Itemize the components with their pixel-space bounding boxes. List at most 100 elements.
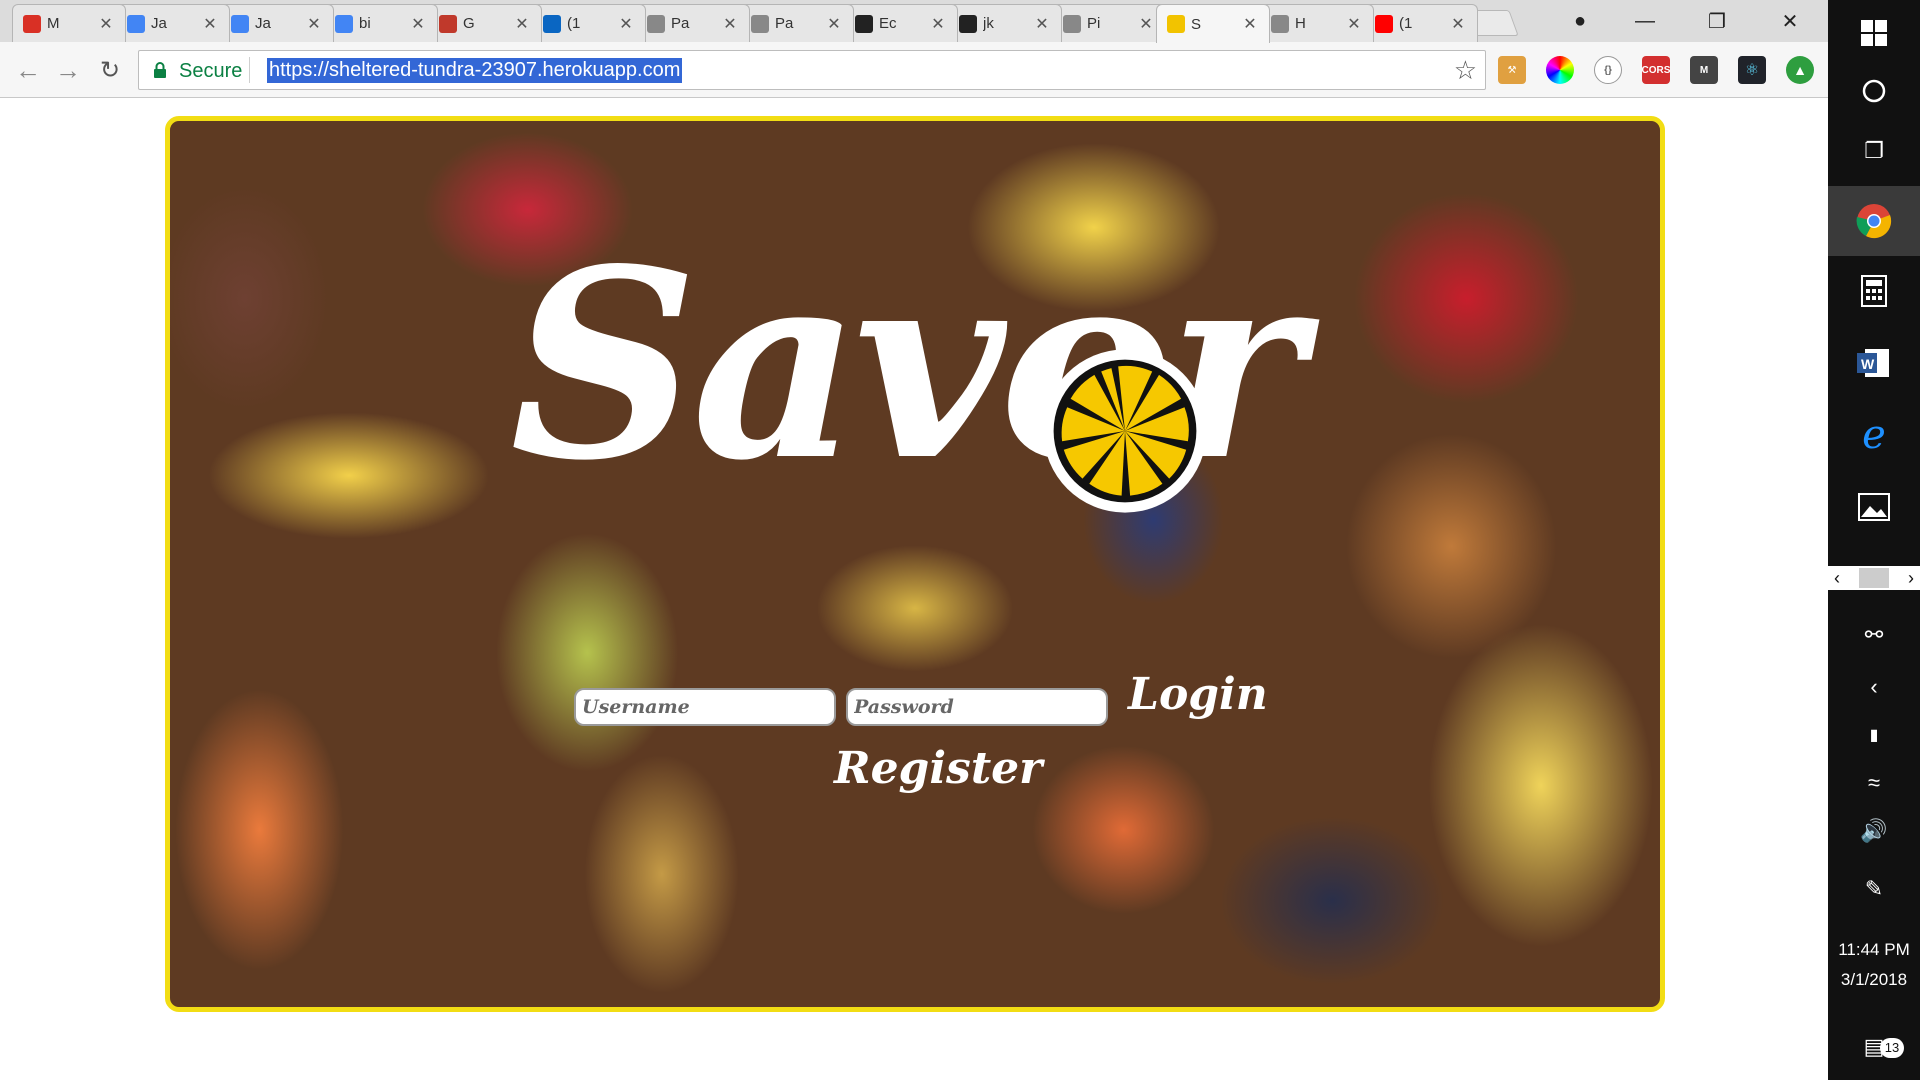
url-text[interactable]: https://sheltered-tundra-23907.herokuapp… — [267, 58, 683, 83]
savor-logo: Savor — [510, 201, 1310, 531]
scroll-right-icon[interactable]: › — [1908, 568, 1914, 589]
tab-title: M — [47, 15, 60, 32]
tab-title: Ec — [879, 15, 897, 32]
tab-close-icon[interactable]: ✕ — [409, 14, 427, 34]
word-taskbar-icon[interactable]: W — [1828, 330, 1920, 396]
volume-icon[interactable]: 🔊 — [1828, 798, 1920, 864]
lemon-icon — [1167, 15, 1185, 33]
tab-title: H — [1295, 15, 1306, 32]
minimize-button[interactable]: — — [1625, 6, 1665, 36]
browser-tab[interactable]: G ✕ — [428, 4, 542, 42]
tab-title: jk — [983, 15, 994, 32]
lock-icon — [154, 62, 166, 78]
tab-strip: M ✕ Ja ✕ Ja ✕ bi ✕ G ✕ (1 ✕ Pa ✕ Pa ✕ Ec ✕ jk ✕ Pi ✕ S ✕ H ✕ (1 ✕ — [0, 0, 1828, 43]
profile-icon[interactable]: ● — [1560, 6, 1600, 36]
gmail-icon — [23, 14, 41, 33]
extension-mercury-icon[interactable]: M — [1690, 56, 1718, 84]
clock-date[interactable]: 3/1/2018 — [1828, 970, 1920, 990]
tab-close-icon[interactable]: ✕ — [201, 14, 219, 34]
extension-cors-icon[interactable]: CORS — [1642, 56, 1670, 84]
tab-close-icon[interactable]: ✕ — [1137, 14, 1155, 34]
clock-time[interactable]: 11:44 PM — [1828, 940, 1920, 960]
browser-tab[interactable]: Ec ✕ — [844, 4, 958, 42]
taskbar-scroll[interactable]: ‹ › — [1828, 566, 1920, 590]
svg-text:W: W — [1861, 356, 1875, 372]
chrome-taskbar-icon[interactable] — [1828, 186, 1920, 256]
close-window-button[interactable]: ✕ — [1770, 6, 1810, 36]
browser-tab[interactable]: M ✕ — [12, 4, 126, 42]
page-icon — [647, 14, 665, 33]
notification-count-badge: 13 — [1880, 1038, 1904, 1058]
extension-react-icon[interactable]: ⚛ — [1738, 56, 1766, 84]
browser-tab[interactable]: Pa ✕ — [636, 4, 750, 42]
browser-tab[interactable]: jk ✕ — [948, 4, 1062, 42]
restore-button[interactable]: ❐ — [1697, 6, 1737, 36]
page-icon — [1063, 14, 1081, 33]
omnibox-divider — [249, 57, 250, 83]
tab-close-icon[interactable]: ✕ — [929, 14, 947, 34]
tab-close-icon[interactable]: ✕ — [305, 14, 323, 34]
password-input[interactable] — [846, 688, 1108, 726]
extension-upload-icon[interactable]: ▲ — [1786, 56, 1814, 84]
register-button[interactable]: Register — [834, 743, 1042, 794]
task-view-icon[interactable]: ❐ — [1828, 118, 1920, 184]
browser-toolbar: ← → ↻ Secure https://sheltered-tundra-23… — [0, 42, 1828, 98]
youtube-icon — [1375, 14, 1393, 33]
page-content: Savor Username Login Register — [0, 98, 1828, 1080]
username-input[interactable] — [574, 688, 836, 726]
extension-color-picker-icon[interactable] — [1546, 56, 1574, 84]
forward-button[interactable]: → — [50, 52, 86, 88]
tab-close-icon[interactable]: ✕ — [513, 14, 531, 34]
calculator-taskbar-icon[interactable] — [1828, 258, 1920, 324]
tab-close-icon[interactable]: ✕ — [1033, 14, 1051, 34]
tab-title: G — [463, 15, 475, 32]
tab-close-icon[interactable]: ✕ — [1241, 14, 1259, 34]
login-button[interactable]: Login — [1128, 669, 1268, 720]
tab-title: Pa — [775, 15, 794, 32]
action-center-icon[interactable]: ▤ — [1828, 1014, 1920, 1080]
browser-tab[interactable]: S ✕ — [1156, 4, 1270, 43]
tab-title: (1 — [567, 15, 581, 32]
scroll-thumb[interactable] — [1859, 568, 1889, 588]
pen-workspace-icon[interactable]: ✎ — [1828, 856, 1920, 922]
tab-close-icon[interactable]: ✕ — [721, 14, 739, 34]
windows-taskbar: ❐ W e ‹ › ⚯ ‹ ▮ ≈ 🔊 ✎ 11:44 PM 3/1/2018 … — [1828, 0, 1920, 1080]
browser-tab[interactable]: H ✕ — [1260, 4, 1374, 42]
address-bar[interactable]: Secure https://sheltered-tundra-23907.he… — [138, 50, 1486, 90]
reload-button[interactable]: ↻ — [92, 52, 128, 88]
browser-tab[interactable]: Ja ✕ — [220, 4, 334, 42]
browser-tab[interactable]: bi ✕ — [324, 4, 438, 42]
clapperboard-icon — [439, 14, 457, 33]
extension-json-icon[interactable]: {} — [1594, 56, 1622, 84]
tab-close-icon[interactable]: ✕ — [1449, 14, 1467, 34]
tab-title: Pi — [1087, 15, 1101, 32]
browser-tab[interactable]: Pi ✕ — [1052, 4, 1166, 42]
extension-hammer-icon[interactable]: ⚒ — [1498, 56, 1526, 84]
photos-taskbar-icon[interactable] — [1828, 474, 1920, 540]
page-icon — [751, 14, 769, 33]
tab-title: (1 — [1399, 15, 1413, 32]
hero-fruit-background: Savor Username Login Register — [165, 116, 1665, 1012]
windows-start-icon[interactable] — [1828, 0, 1920, 66]
docs-icon — [127, 14, 145, 33]
tab-title: Ja — [151, 15, 167, 32]
tab-close-icon[interactable]: ✕ — [97, 14, 115, 34]
browser-tab[interactable]: Ja ✕ — [116, 4, 230, 42]
internet-explorer-taskbar-icon[interactable]: e — [1828, 402, 1920, 468]
browser-window: M ✕ Ja ✕ Ja ✕ bi ✕ G ✕ (1 ✕ Pa ✕ Pa ✕ Ec ✕ jk ✕ Pi ✕ S ✕ H ✕ (1 ✕ ●… — [0, 0, 1828, 1080]
tab-close-icon[interactable]: ✕ — [1345, 14, 1363, 34]
github-icon — [855, 14, 873, 33]
tab-close-icon[interactable]: ✕ — [617, 14, 635, 34]
browser-tab[interactable]: Pa ✕ — [740, 4, 854, 42]
browser-tab[interactable]: (1 ✕ — [532, 4, 646, 42]
lemon-slice-icon — [1043, 349, 1207, 513]
linkedin-icon — [543, 14, 561, 33]
tab-close-icon[interactable]: ✕ — [825, 14, 843, 34]
back-button[interactable]: ← — [10, 52, 46, 88]
docs-icon — [231, 14, 249, 33]
browser-tab[interactable]: (1 ✕ — [1364, 4, 1478, 42]
bookmark-star-icon[interactable]: ☆ — [1454, 55, 1477, 86]
scroll-left-icon[interactable]: ‹ — [1834, 568, 1840, 589]
cortana-search-icon[interactable] — [1828, 58, 1920, 124]
page-icon — [1271, 14, 1289, 33]
